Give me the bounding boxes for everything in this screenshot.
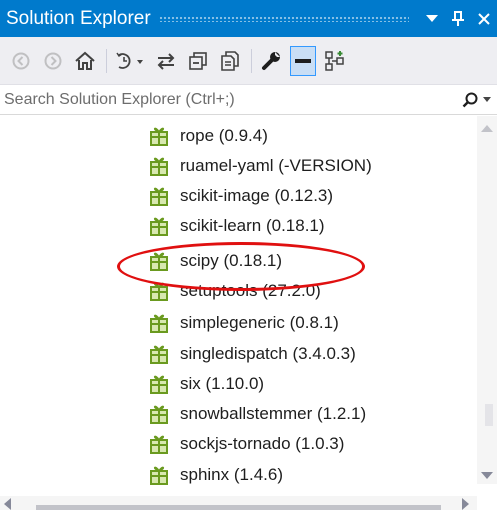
package-icon [150,375,168,394]
home-button[interactable] [72,46,98,76]
tree-item-label: sphinx (1.4.6) [180,465,283,484]
package-icon [150,405,168,424]
tree-item[interactable]: scikit-learn (0.18.1) [150,211,325,241]
scroll-right-icon[interactable] [462,498,469,510]
package-icon [150,157,168,176]
collapse-all-button[interactable] [185,46,211,76]
package-icon [150,435,168,454]
preview-icon [295,58,311,63]
auto-hide-pin-button[interactable] [445,5,471,33]
tree-item[interactable]: sockjs-tornado (1.0.3) [150,429,344,459]
search-icon [462,92,478,107]
horizontal-scroll-thumb[interactable] [36,505,441,510]
scroll-thumb[interactable] [485,404,493,426]
tree-item[interactable]: ruamel-yaml (-VERSION) [150,151,372,181]
pending-changes-filter-button[interactable] [113,46,147,76]
close-button[interactable] [471,5,497,33]
caret-down-icon [426,14,438,22]
tree-item-label: ruamel-yaml (-VERSION) [180,156,372,175]
vertical-scrollbar[interactable] [477,116,497,484]
package-icon [150,466,168,485]
tree-item-label: setuptools (27.2.0) [180,281,321,300]
horizontal-scrollbar[interactable] [0,496,477,510]
tree-item[interactable]: simplegeneric (0.8.1) [150,308,339,338]
close-icon [478,12,490,25]
tree-item-label: scipy (0.18.1) [180,251,283,270]
package-icon [150,127,168,146]
class-view-button[interactable] [322,46,348,76]
properties-button[interactable] [258,46,284,76]
preview-selected-items-button[interactable] [290,45,316,76]
tree-item[interactable]: snowballstemmer (1.2.1) [150,399,366,429]
tree-item-label: scikit-learn (0.18.1) [180,216,325,235]
back-button[interactable] [8,46,34,76]
sync-with-active-document-button[interactable] [153,46,179,76]
caret-down-icon [483,97,491,102]
package-icon [150,345,168,364]
scroll-down-icon[interactable] [481,472,493,479]
tree-item-label: rope (0.9.4) [180,126,268,145]
search-input[interactable] [0,85,457,114]
package-icon [150,217,168,236]
tree-item[interactable]: sphinx (1.4.6) [150,460,283,490]
collapse-all-icon [189,51,207,70]
wrench-icon [262,51,280,70]
scroll-left-icon[interactable] [4,498,11,510]
show-all-files-icon [221,50,239,71]
tree-item-label: simplegeneric (0.8.1) [180,313,339,332]
search-button[interactable] [457,86,483,114]
package-icon [150,187,168,206]
tree-item[interactable]: scikit-image (0.12.3) [150,181,333,211]
package-icon [150,314,168,333]
tree-item[interactable]: rope (0.9.4) [150,121,268,151]
tree-item-label: snowballstemmer (1.2.1) [180,404,367,423]
clock-history-icon [116,52,143,69]
scroll-up-icon[interactable] [481,125,493,132]
class-diagram-icon [325,50,344,71]
solution-explorer-toolbar [0,37,497,85]
tree-item-label: singledispatch (3.4.0.3) [180,344,356,363]
window-position-dropdown[interactable] [419,5,445,33]
package-icon [150,282,168,301]
tree-item-label: six (1.10.0) [180,374,265,393]
tree-item-label: scikit-image (0.12.3) [180,186,334,205]
package-icon [150,252,168,271]
title-bar[interactable]: Solution Explorer [0,0,497,37]
forward-button[interactable] [40,46,66,76]
circle-arrow-left-icon [12,52,30,69]
toolbar-separator [251,48,252,73]
tree-item-scipy[interactable]: scipy (0.18.1) [150,246,282,276]
circle-arrow-right-icon [44,52,62,69]
sync-arrows-icon [157,52,175,70]
search-bar [0,85,497,115]
home-icon [75,51,95,70]
tree-item[interactable]: setuptools (27.2.0) [150,276,321,306]
search-options-dropdown[interactable] [483,86,497,114]
solution-tree: rope (0.9.4) ruamel-yaml (-VERSION) scik… [0,116,477,496]
window-title: Solution Explorer [6,7,151,29]
title-bar-grip[interactable] [158,15,409,22]
tree-item[interactable]: singledispatch (3.4.0.3) [150,339,356,369]
tree-item-label: sockjs-tornado (1.0.3) [180,434,345,453]
tree-item[interactable]: six (1.10.0) [150,369,264,399]
pin-icon [452,10,464,26]
show-all-files-button[interactable] [217,46,243,76]
toolbar-separator [106,48,107,73]
